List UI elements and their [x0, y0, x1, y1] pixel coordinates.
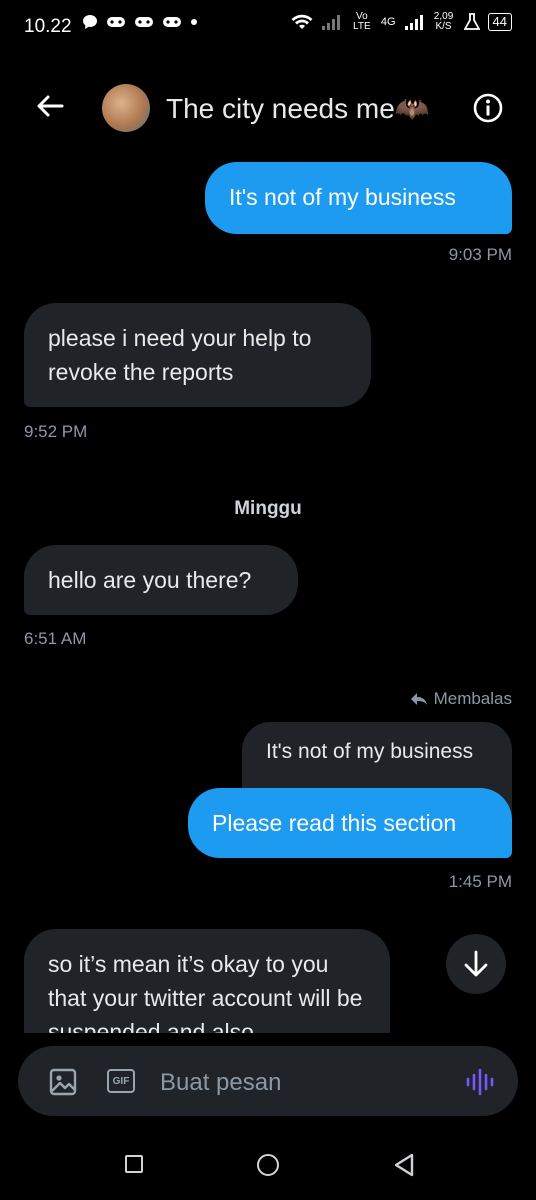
status-bar: 10.22 Vo LTE 4G 2,09 K/S 44 — [0, 0, 536, 56]
signal-icon — [404, 15, 423, 30]
lab-flask-icon — [463, 13, 480, 30]
signal-icon — [321, 15, 340, 30]
message-timestamp: 1:45 PM — [448, 872, 512, 891]
message-bubble-received[interactable]: so it’s mean it’s okay to you that your … — [24, 929, 390, 1033]
reply-arrow-icon — [410, 693, 427, 705]
network-type: 4G — [380, 16, 396, 28]
game-notification-icon — [107, 17, 125, 27]
data-speed: 2,09 K/S — [433, 11, 454, 32]
reply-label: Membalas — [433, 689, 512, 708]
gif-label: GIF — [112, 1075, 130, 1087]
system-indicators: Vo LTE 4G 2,09 K/S 44 — [291, 12, 512, 32]
more-notifications-dot-icon — [191, 19, 197, 25]
avatar[interactable] — [102, 84, 150, 132]
chat-notification-icon — [83, 15, 97, 29]
message-bubble-received[interactable]: please i need your help to revoke the re… — [24, 303, 371, 407]
message-bubble-sent[interactable]: It's not of my business — [205, 162, 512, 234]
voice-message-icon[interactable] — [464, 1066, 496, 1098]
gif-icon[interactable]: GIF — [107, 1069, 135, 1093]
message-timestamp: 9:03 PM — [448, 245, 512, 264]
game-notification-icon — [163, 17, 181, 27]
reply-indicator: Membalas — [410, 689, 512, 709]
message-input[interactable] — [158, 1064, 442, 1102]
nav-back-icon[interactable] — [392, 1152, 416, 1178]
battery-level: 44 — [487, 13, 512, 31]
image-icon[interactable] — [48, 1067, 78, 1097]
home-button[interactable] — [257, 1154, 279, 1176]
game-notification-icon — [135, 17, 153, 27]
notification-icons — [82, 14, 198, 30]
message-clip: so it’s mean it’s okay to you that your … — [24, 929, 390, 1033]
recent-apps-button[interactable] — [125, 1155, 143, 1173]
wifi-icon — [291, 14, 313, 29]
scroll-to-bottom-button[interactable] — [446, 934, 506, 994]
message-bubble-sent[interactable]: Please read this section — [188, 788, 512, 858]
conversation-title[interactable]: The city needs me🦇 — [166, 92, 430, 125]
message-timestamp: 6:51 AM — [24, 629, 87, 648]
arrow-left-icon[interactable] — [34, 90, 66, 122]
arrow-down-icon — [464, 950, 488, 977]
message-bubble-received[interactable]: hello are you there? — [24, 545, 298, 615]
day-separator: Minggu — [234, 498, 302, 519]
info-icon[interactable] — [472, 92, 504, 124]
message-timestamp: 9:52 PM — [24, 422, 88, 441]
status-time: 10.22 — [24, 16, 72, 37]
volte-label: Vo LTE — [353, 11, 371, 32]
